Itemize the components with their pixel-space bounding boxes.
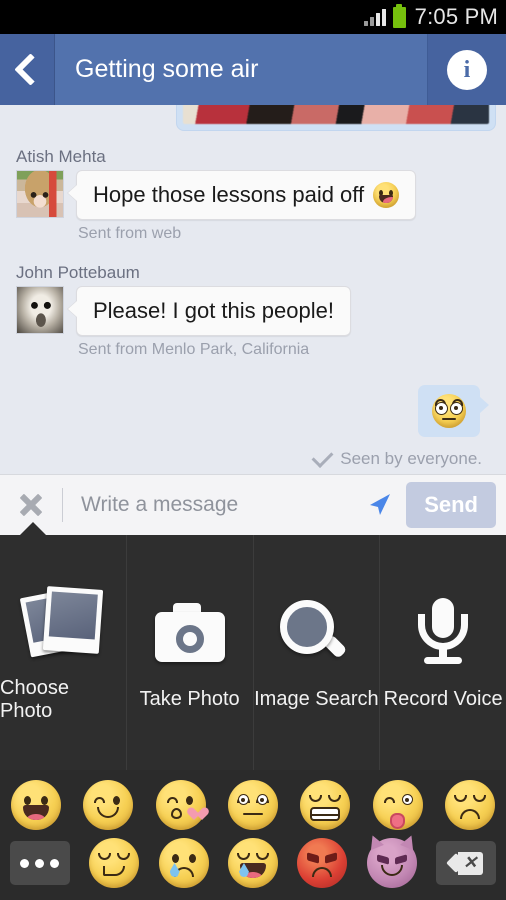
message-row[interactable]: Please! I got this people!	[10, 286, 496, 336]
magnifier-icon	[270, 594, 362, 666]
avatar[interactable]	[16, 170, 64, 218]
message-bubble[interactable]: Hope those lessons paid off	[76, 170, 417, 220]
microphone-icon	[397, 594, 489, 666]
close-attach-panel-button[interactable]	[0, 492, 62, 518]
attachment-panel: Choose Photo Take Photo Image Search Rec…	[0, 522, 506, 770]
sent-message-row[interactable]	[10, 385, 496, 437]
backspace-icon: ✕	[446, 851, 484, 875]
attach-choose-photo[interactable]: Choose Photo	[0, 535, 127, 770]
message-bubble[interactable]: Please! I got this people!	[76, 286, 351, 336]
seen-status-row: Seen by everyone.	[10, 446, 496, 469]
emoji-face-blowing-a-kiss[interactable]	[155, 780, 206, 830]
messenger-screen: 7:05 PM Getting some air i Atish Mehta H…	[0, 0, 506, 900]
emoji-row-1	[0, 776, 506, 834]
message-row[interactable]: Hope those lessons paid off	[10, 170, 496, 220]
signal-bars-icon	[363, 8, 386, 26]
emoji-face-with-tears-of-joy[interactable]	[227, 838, 278, 888]
send-button[interactable]: Send	[406, 482, 496, 528]
emoji-crying-face[interactable]	[158, 838, 209, 888]
message-meta: Sent from Menlo Park, California	[78, 341, 310, 358]
grinning-face-icon	[373, 182, 400, 208]
back-button[interactable]	[0, 34, 55, 105]
emoji-flushed-face[interactable]	[227, 780, 278, 830]
photo-attachment-thumbnail	[183, 105, 489, 124]
page-title: Getting some air	[55, 34, 428, 105]
emoji-winking-face[interactable]	[83, 780, 134, 830]
message-group-john: John Pottebaum Please! I got this people…	[10, 243, 496, 359]
location-arrow-icon	[370, 494, 391, 515]
message-text: Please! I got this people!	[93, 298, 334, 323]
attach-label: Take Photo	[139, 688, 240, 710]
backspace-key[interactable]: ✕	[436, 841, 497, 885]
attach-take-photo[interactable]: Take Photo	[127, 535, 254, 770]
attachment-panel-arrow	[19, 522, 47, 536]
emoji-grinning-face[interactable]	[11, 780, 62, 830]
flushed-face-icon	[432, 394, 466, 428]
attach-label: Record Voice	[383, 688, 503, 710]
emoji-winking-face-with-tongue[interactable]	[372, 780, 423, 830]
message-meta: Sent from web	[78, 225, 182, 242]
attach-label: Choose Photo	[0, 676, 69, 722]
sender-name: Atish Mehta	[16, 147, 106, 166]
message-text: Hope those lessons paid off	[93, 182, 365, 207]
close-x-icon	[18, 492, 44, 518]
attach-image-search[interactable]: Image Search	[254, 535, 381, 770]
battery-full-icon	[392, 3, 406, 28]
attach-label: Image Search	[254, 688, 379, 710]
camera-icon	[144, 594, 236, 666]
message-input[interactable]	[63, 492, 355, 518]
sent-message-bubble[interactable]	[418, 385, 489, 437]
emoji-smiling-face-with-horns[interactable]	[365, 832, 418, 888]
app-header: Getting some air i	[0, 34, 506, 105]
photo-attachment-bubble[interactable]	[176, 105, 496, 131]
thread-info-button[interactable]: i	[428, 34, 506, 105]
back-chevron-icon	[13, 53, 47, 86]
status-bar-clock: 7:05 PM	[414, 4, 498, 29]
message-composer: Send	[0, 474, 506, 535]
emoji-keyboard: ✕	[0, 770, 506, 900]
send-location-button[interactable]	[354, 490, 406, 520]
message-thread[interactable]: Atish Mehta Hope those lessons paid off …	[0, 105, 506, 474]
more-emoji-button[interactable]	[9, 841, 70, 885]
status-bar: 7:05 PM	[0, 0, 506, 34]
avatar[interactable]	[16, 286, 64, 334]
attach-record-voice[interactable]: Record Voice	[380, 535, 506, 770]
info-icon: i	[447, 49, 487, 90]
seen-status-text: Seen by everyone.	[340, 449, 482, 468]
checkmark-icon	[311, 446, 334, 468]
emoji-row-2: ✕	[0, 832, 506, 892]
emoji-unamused-face[interactable]	[444, 780, 495, 830]
emoji-smirking-face[interactable]	[89, 838, 140, 888]
emoji-pouting-face[interactable]	[297, 838, 348, 888]
photos-stack-icon	[17, 583, 109, 657]
emoji-grimacing-face[interactable]	[300, 780, 351, 830]
sender-name: John Pottebaum	[16, 263, 140, 282]
